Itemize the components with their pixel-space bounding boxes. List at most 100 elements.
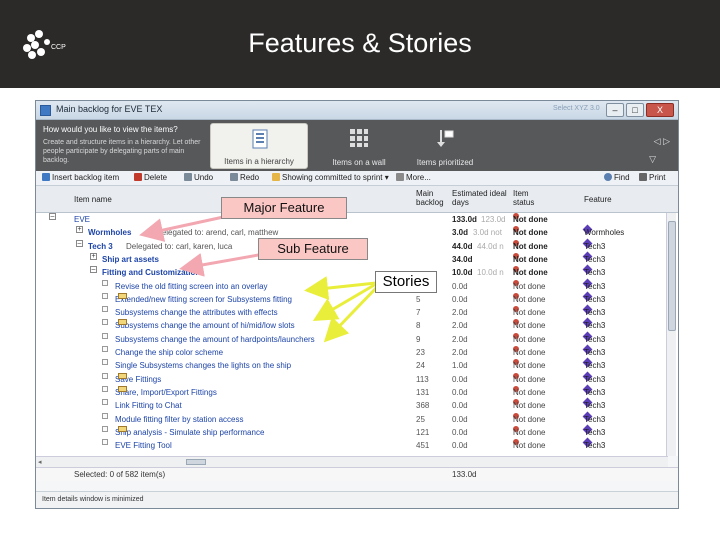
story-checkbox[interactable] <box>102 425 108 432</box>
collapse-toggle[interactable]: – <box>49 213 56 220</box>
table-row[interactable]: – EVE 133.0d 123.0d Not done <box>36 213 678 226</box>
collapse-toggle[interactable]: – <box>90 266 97 274</box>
view-option-wall[interactable]: Items on a wall <box>310 123 408 169</box>
item-estimate-secondary: 10.0d n <box>477 268 504 278</box>
table-row[interactable]: – Fitting and Customization 10.0d 10.0d … <box>36 264 678 279</box>
summary-row: Selected: 0 of 582 item(s) 133.0d <box>36 467 678 481</box>
view-option-label: Items prioritized <box>416 158 474 167</box>
story-checkbox[interactable] <box>102 385 108 392</box>
story-checkbox[interactable] <box>102 306 108 313</box>
view-option-prioritized[interactable]: Items prioritized <box>396 123 494 169</box>
expand-toggle[interactable]: + <box>90 252 97 260</box>
item-name: Fitting and Customization <box>102 268 201 278</box>
item-status: Not done <box>513 334 546 344</box>
item-name: Subsystems change the amount of hardpoin… <box>115 334 315 344</box>
mail-icon <box>118 319 127 326</box>
slide-banner: CCP Features & Stories <box>0 0 720 88</box>
find-button[interactable]: Find <box>604 173 630 182</box>
story-checkbox[interactable] <box>102 439 108 446</box>
item-status: Not done <box>513 321 546 331</box>
col-feature[interactable]: Feature <box>584 195 612 204</box>
minimize-button[interactable]: – <box>606 103 624 117</box>
redo-icon <box>230 173 238 181</box>
col-estimated[interactable]: Estimated ideal days <box>452 189 508 207</box>
item-number: 451 <box>416 441 430 451</box>
item-estimate: 1.0d <box>452 361 468 371</box>
close-button[interactable]: X <box>646 103 674 117</box>
selection-count: Selected: 0 of 582 item(s) <box>74 470 166 479</box>
view-description: Create and structure items in a hierarch… <box>43 139 201 164</box>
insert-item-button[interactable]: Insert backlog item <box>42 173 119 182</box>
item-number: 368 <box>416 401 430 411</box>
item-name: EVE Fitting Tool <box>115 441 172 451</box>
table-row[interactable]: Change the ship color scheme 23 2.0d Not… <box>36 344 678 359</box>
item-estimate: 0.0d <box>452 401 468 411</box>
item-feature: Wormholes <box>584 228 625 238</box>
item-name: Ship art assets <box>102 254 159 264</box>
item-estimate: 0.0d <box>452 281 468 291</box>
hscroll-thumb[interactable] <box>186 459 206 465</box>
story-checkbox[interactable] <box>102 332 108 339</box>
table-row[interactable]: Extended/new fitting screen for Subsyste… <box>36 291 678 306</box>
item-number: 8 <box>416 321 421 331</box>
undo-button[interactable]: Undo <box>184 173 213 182</box>
horizontal-scrollbar[interactable]: ◂ <box>36 456 668 467</box>
print-button[interactable]: Print <box>639 173 665 182</box>
window-faded-title: Select XYZ 3.0 <box>553 105 600 112</box>
story-checkbox[interactable] <box>102 319 108 326</box>
table-row[interactable]: Subsystems change the amount of hardpoin… <box>36 331 678 346</box>
item-status: Not done <box>513 281 546 291</box>
wall-grid-icon <box>350 129 368 147</box>
story-checkbox[interactable] <box>102 346 108 352</box>
table-row[interactable]: Subsystems change the attributes with ef… <box>36 304 678 319</box>
story-checkbox[interactable] <box>102 372 108 379</box>
view-nav-arrows[interactable]: ◁ ▷ <box>654 136 670 147</box>
collapse-toggle[interactable]: – <box>76 239 83 247</box>
item-status: Not done <box>513 215 548 224</box>
vertical-scrollbar[interactable] <box>666 213 676 456</box>
redo-button[interactable]: Redo <box>230 173 259 182</box>
col-item-status[interactable]: Item status <box>513 189 549 207</box>
table-row[interactable]: Revise the old fitting screen into an ov… <box>36 278 678 293</box>
item-feature: Tech3 <box>584 441 606 451</box>
view-option-hierarchy[interactable]: Items in a hierarchy <box>210 123 308 169</box>
hscroll-left-arrow[interactable]: ◂ <box>38 458 42 466</box>
col-item-name[interactable]: Item name <box>74 195 112 204</box>
view-more-icon[interactable]: ▽ <box>649 154 656 165</box>
table-row[interactable]: Module fitting filter by station access … <box>36 411 678 426</box>
item-name: Single Subsystems changes the lights on … <box>115 361 292 371</box>
story-checkbox[interactable] <box>102 359 108 366</box>
table-row[interactable]: Single Subsystems changes the lights on … <box>36 357 678 372</box>
item-feature: Tech3 <box>584 268 606 278</box>
story-checkbox[interactable] <box>102 412 108 419</box>
undo-icon <box>184 173 192 181</box>
mail-icon <box>118 292 127 299</box>
item-estimate: 0.0d <box>452 294 468 304</box>
table-row[interactable]: Save Fittings 113 0.0d Not done Tech3 <box>36 371 678 386</box>
table-row[interactable]: EVE Fitting Tool 451 0.0d Not done Tech3 <box>36 437 678 452</box>
maximize-button[interactable]: □ <box>626 103 644 117</box>
scroll-thumb[interactable] <box>668 221 676 331</box>
item-estimate: 0.0d <box>452 427 468 437</box>
item-estimate: 2.0d <box>452 334 468 344</box>
item-status: Not done <box>513 228 548 238</box>
story-checkbox[interactable] <box>102 399 108 406</box>
table-row[interactable]: Ship analysis - Simulate ship performanc… <box>36 424 678 439</box>
table-row[interactable]: Link Fitting to Chat 368 0.0d Not done T… <box>36 397 678 412</box>
story-checkbox[interactable] <box>102 279 108 286</box>
item-name: EVE <box>74 215 91 224</box>
item-estimate-secondary: 3.0d not <box>473 228 502 238</box>
sprint-filter-dropdown[interactable]: Showing committed to sprint ▾ <box>272 173 389 182</box>
table-row[interactable]: Subsystems change the amount of hi/mid/l… <box>36 317 678 332</box>
col-main-backlog[interactable]: Main backlog <box>416 189 452 207</box>
expand-toggle[interactable]: + <box>76 226 83 234</box>
delete-icon <box>134 173 142 181</box>
item-estimate: 3.0d <box>452 228 469 238</box>
item-status: Not done <box>513 427 546 437</box>
story-checkbox[interactable] <box>102 292 108 299</box>
mail-icon <box>118 425 127 432</box>
more-button[interactable]: More... <box>396 173 431 182</box>
item-number: 9 <box>416 334 421 344</box>
delete-button[interactable]: Delete <box>134 173 167 182</box>
table-row[interactable]: Share, Import/Export Fittings 131 0.0d N… <box>36 384 678 399</box>
